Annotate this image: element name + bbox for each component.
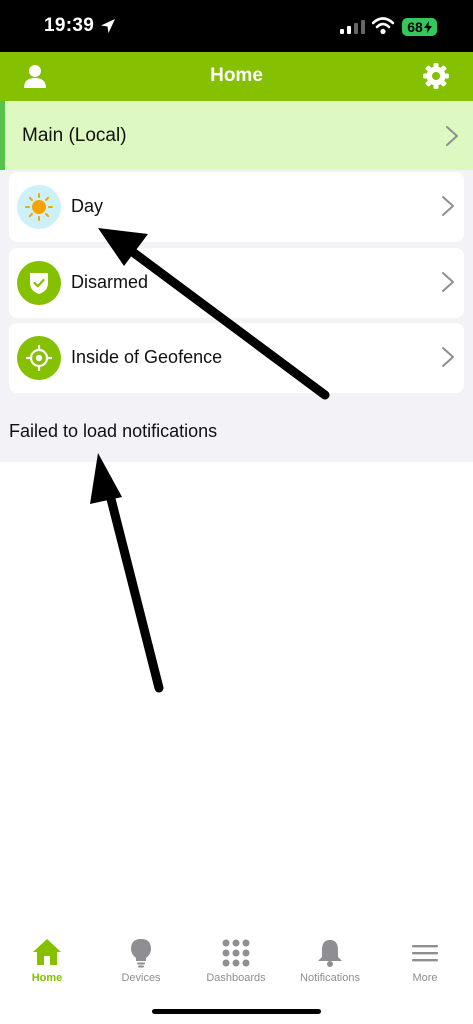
tab-label: Dashboards: [206, 972, 266, 984]
chevron-right-icon: [442, 347, 454, 367]
chevron-right-icon: [442, 272, 454, 292]
home-indicator: [152, 1009, 321, 1014]
card-label: Day: [71, 196, 104, 216]
card-label: Disarmed: [71, 272, 149, 292]
app-header: Home: [0, 52, 473, 101]
mode-card-day[interactable]: Day: [9, 172, 464, 242]
page-title: Home: [210, 65, 263, 86]
grid-dots-icon: [222, 939, 250, 967]
annotation-arrow-to-error: [90, 453, 164, 693]
wifi-icon: [372, 17, 394, 35]
status-bar: 19:39 68: [0, 0, 473, 52]
tab-label: Notifications: [300, 972, 360, 984]
location-selector[interactable]: Main (Local): [0, 101, 473, 170]
tab-label: More: [412, 972, 438, 984]
tab-notifications[interactable]: Notifications: [283, 930, 377, 990]
tab-label: Devices: [121, 972, 161, 984]
menu-icon: [412, 945, 438, 962]
sun-icon: [17, 185, 61, 229]
tab-label: Home: [31, 972, 63, 984]
tab-home[interactable]: Home: [0, 930, 94, 990]
location-arrow-icon: [101, 19, 115, 33]
tab-dashboards[interactable]: Dashboards: [189, 930, 283, 990]
chevron-right-icon: [442, 196, 454, 216]
tab-more[interactable]: More: [378, 930, 472, 990]
geofence-target-icon: [17, 336, 61, 380]
security-card-disarmed[interactable]: Disarmed: [9, 248, 464, 318]
shield-check-icon: [17, 261, 61, 305]
settings-gear-icon[interactable]: [423, 63, 449, 89]
tab-devices[interactable]: Devices: [94, 930, 188, 990]
chevron-right-icon: [446, 126, 458, 146]
location-label: Main (Local): [22, 125, 127, 146]
status-time: 19:39: [44, 15, 95, 36]
battery-indicator: 68: [402, 18, 437, 36]
charging-bolt-icon: [423, 21, 432, 33]
lightbulb-icon: [131, 939, 151, 968]
bell-icon: [318, 940, 342, 967]
notifications-error-message: Failed to load notifications: [9, 421, 218, 441]
card-label: Inside of Geofence: [71, 347, 223, 367]
battery-level: 68: [407, 19, 423, 35]
geofence-card[interactable]: Inside of Geofence: [9, 323, 464, 393]
cellular-signal-icon: [340, 20, 365, 34]
home-icon: [33, 939, 61, 965]
